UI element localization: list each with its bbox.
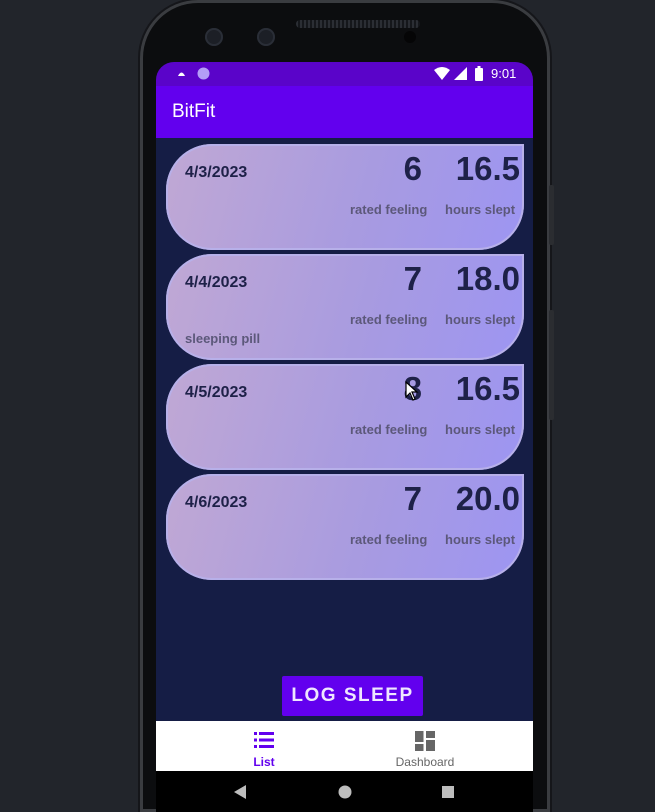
list-item[interactable]: 4/3/2023 6 16.5 rated feeling hours slep… — [166, 144, 524, 250]
app-title: BitFit — [172, 101, 216, 122]
mouse-cursor-icon — [405, 381, 419, 401]
nav-label-list: List — [253, 755, 275, 769]
proximity-sensor — [404, 31, 416, 43]
camera-icon — [205, 28, 223, 46]
entry-hours-value: 16.5 — [455, 370, 520, 407]
nav-item-list[interactable]: List — [216, 721, 312, 771]
entry-hours-label: hours slept — [445, 532, 516, 547]
entry-note: sleeping pill — [185, 331, 261, 346]
entry-feeling-value: 6 — [403, 150, 422, 187]
circle-icon — [197, 67, 210, 80]
entry-date: 4/4/2023 — [185, 274, 248, 291]
dashboard-icon — [415, 731, 435, 751]
list-item[interactable]: 4/5/2023 8 16.5 rated feeling hours slep… — [166, 364, 524, 470]
wifi-icon — [434, 67, 450, 80]
power-button — [549, 310, 554, 420]
entry-feeling-value: 7 — [403, 480, 422, 517]
signal-icon — [454, 67, 467, 80]
battery-icon — [475, 66, 483, 81]
home-icon[interactable] — [338, 785, 352, 799]
entry-feeling-label: rated feeling — [350, 202, 428, 217]
list-item[interactable]: 4/6/2023 7 20.0 rated feeling hours slep… — [166, 474, 524, 580]
entry-hours-label: hours slept — [445, 312, 516, 327]
log-sleep-button[interactable]: LOG SLEEP — [282, 676, 423, 716]
volume-button — [549, 185, 554, 245]
entry-feeling-label: rated feeling — [350, 532, 428, 547]
speaker-grille — [296, 20, 420, 28]
status-bar: 9:01 — [156, 62, 533, 86]
recents-icon[interactable] — [442, 786, 454, 798]
entry-hours-value: 20.0 — [455, 480, 520, 517]
bottom-navigation: List Dashboard — [156, 721, 533, 771]
entry-hours-label: hours slept — [445, 202, 516, 217]
list-icon — [254, 732, 274, 748]
entry-hours-label: hours slept — [445, 422, 516, 437]
back-icon[interactable] — [234, 785, 246, 799]
list-item[interactable]: 4/4/2023 7 18.0 rated feeling hours slep… — [166, 254, 524, 360]
status-time: 9:01 — [491, 66, 517, 81]
system-navigation-bar — [156, 771, 533, 812]
entry-hours-value: 18.0 — [455, 260, 520, 297]
notification-icon — [178, 72, 185, 76]
nav-label-dashboard: Dashboard — [395, 755, 455, 769]
entry-date: 4/6/2023 — [185, 494, 248, 511]
entry-feeling-label: rated feeling — [350, 312, 428, 327]
app-screen: 9:01 BitFit 4/3/2023 6 16.5 rated feelin… — [156, 62, 533, 812]
entry-hours-value: 16.5 — [455, 150, 520, 187]
entry-date: 4/3/2023 — [185, 164, 248, 181]
entry-date: 4/5/2023 — [185, 384, 248, 401]
app-bar: BitFit — [156, 86, 533, 138]
entry-feeling-label: rated feeling — [350, 422, 428, 437]
nav-item-dashboard[interactable]: Dashboard — [377, 721, 473, 771]
camera-icon — [257, 28, 275, 46]
entry-feeling-value: 7 — [403, 260, 422, 297]
